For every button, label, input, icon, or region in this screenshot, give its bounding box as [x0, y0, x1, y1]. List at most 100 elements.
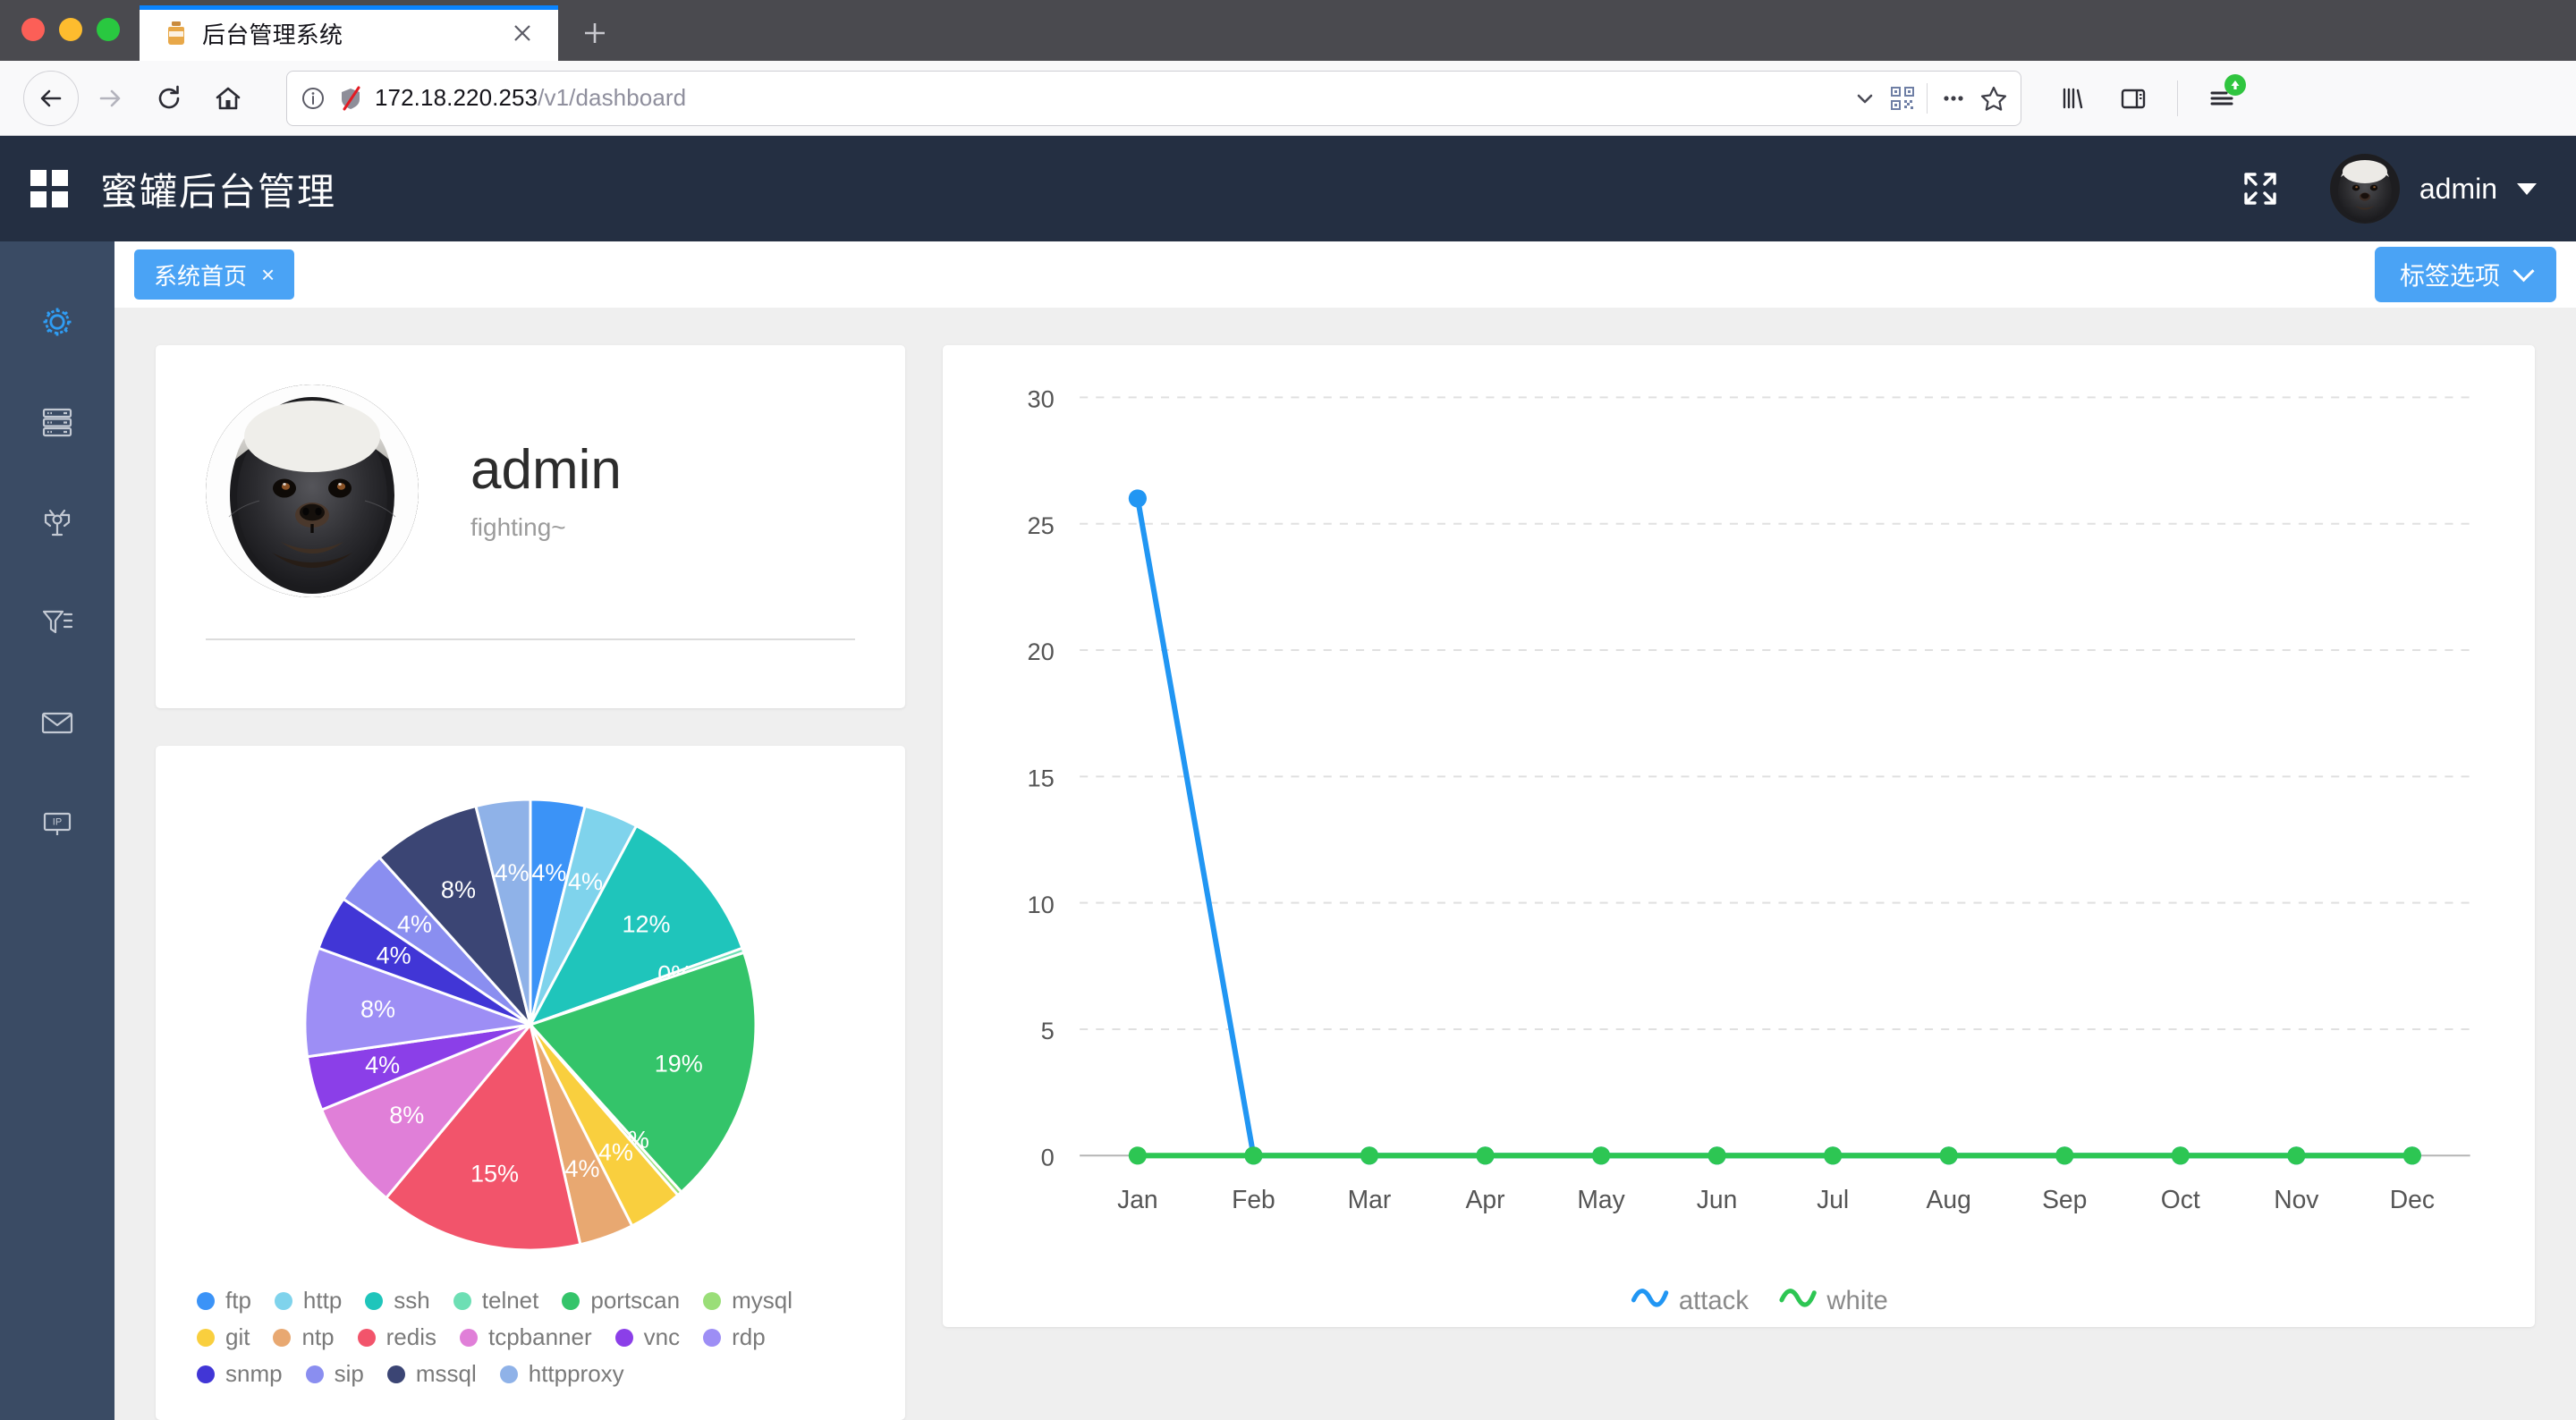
grid-icon[interactable] — [30, 170, 68, 207]
legend-item[interactable]: snmp — [197, 1360, 283, 1388]
data-point-white[interactable] — [1939, 1146, 1958, 1165]
back-icon[interactable] — [23, 70, 79, 126]
data-point-white[interactable] — [2171, 1146, 2190, 1165]
forward-icon[interactable] — [82, 71, 138, 126]
y-axis-tick-label: 25 — [1028, 511, 1055, 539]
toolbar-divider — [2177, 80, 2178, 116]
legend-color-dot — [273, 1328, 292, 1347]
sidebar: IP — [0, 241, 114, 1420]
legend-label: rdp — [732, 1323, 766, 1350]
profile-text: admin fighting~ — [470, 439, 622, 542]
pie-slice-label: 4% — [598, 1138, 633, 1165]
pie-slice-label: 4% — [495, 858, 530, 885]
legend-label: httpproxy — [528, 1360, 624, 1387]
info-icon[interactable] — [300, 85, 326, 112]
app-header: 蜜罐后台管理 admin — [0, 136, 2576, 241]
legend-item[interactable]: http — [274, 1287, 342, 1314]
ellipsis-icon[interactable] — [1938, 85, 1969, 112]
legend-color-dot — [703, 1328, 722, 1347]
pie-chart-svg: 4% 4%12%0%19%0%4%4%15%8%4%8%4%4%8%4% — [303, 797, 758, 1251]
star-icon[interactable] — [1979, 84, 2008, 113]
data-point-white[interactable] — [1360, 1146, 1379, 1165]
url-bar[interactable]: 172.18.220.253/v1/dashboard — [286, 70, 2021, 126]
close-window-button[interactable] — [21, 18, 45, 41]
legend-item[interactable]: mssql — [386, 1360, 477, 1388]
data-point-white[interactable] — [2055, 1146, 2074, 1165]
profile-avatar — [206, 385, 419, 597]
close-icon[interactable]: × — [261, 263, 275, 286]
update-arrow-badge — [2224, 73, 2246, 96]
legend-color-dot — [365, 1291, 384, 1310]
data-point-white[interactable] — [1591, 1146, 1611, 1165]
legend-item[interactable]: tcpbanner — [459, 1323, 592, 1351]
sidebar-item-settings[interactable] — [0, 272, 114, 372]
legend-color-dot — [453, 1291, 471, 1310]
page-tab-home[interactable]: 系统首页 × — [134, 249, 295, 300]
chevron-down-icon — [2512, 259, 2535, 282]
legend-item[interactable]: vnc — [614, 1323, 680, 1351]
data-point-white[interactable] — [1128, 1146, 1147, 1165]
legend-label-white[interactable]: white — [1826, 1287, 1887, 1315]
x-axis-tick-label: Mar — [1348, 1185, 1392, 1213]
caret-down-icon[interactable] — [2517, 182, 2537, 195]
legend-label: telnet — [481, 1287, 539, 1314]
qr-code-icon[interactable] — [1889, 85, 1916, 112]
legend-item[interactable]: redis — [357, 1323, 436, 1351]
legend-label: ntp — [301, 1323, 335, 1350]
legend-label: snmp — [225, 1360, 283, 1387]
data-point-white[interactable] — [1244, 1146, 1263, 1165]
data-point-white[interactable] — [1476, 1146, 1495, 1165]
legend-item[interactable]: telnet — [453, 1287, 539, 1314]
pie-legend: ftp http ssh telnet portscan mysql git ntp redis… — [186, 1280, 875, 1393]
y-axis-tick-label: 15 — [1028, 764, 1055, 791]
sidebar-icon[interactable] — [2106, 71, 2161, 126]
x-axis-tick-label: Jul — [1817, 1185, 1849, 1213]
sidebar-item-mail[interactable] — [0, 672, 114, 773]
expand-arrows-icon[interactable] — [2239, 167, 2282, 210]
user-menu[interactable]: admin — [2329, 154, 2537, 224]
minimize-window-button[interactable] — [59, 18, 82, 41]
legend-item[interactable]: rdp — [703, 1323, 766, 1351]
data-point-attack[interactable] — [1128, 489, 1147, 508]
legend-item[interactable]: mysql — [703, 1287, 792, 1314]
maximize-window-button[interactable] — [97, 18, 120, 41]
data-point-white[interactable] — [2287, 1146, 2306, 1165]
close-tab-button[interactable] — [503, 13, 542, 53]
tab-options-button[interactable]: 标签选项 — [2374, 247, 2556, 302]
chevron-down-icon[interactable] — [1852, 85, 1878, 112]
x-axis-tick-label: Apr — [1466, 1185, 1505, 1213]
shield-slashed-icon[interactable] — [337, 85, 364, 112]
data-point-white[interactable] — [1707, 1146, 1726, 1165]
pie-slice-label: 4% — [377, 942, 411, 968]
reload-icon[interactable] — [141, 71, 197, 126]
legend-item[interactable]: sip — [305, 1360, 364, 1388]
browser-tab[interactable]: 后台管理系统 — [140, 5, 558, 61]
legend-item[interactable]: git — [197, 1323, 250, 1351]
browser-tabstrip: 后台管理系统 — [0, 0, 2576, 61]
sidebar-item-servers[interactable] — [0, 372, 114, 472]
legend-item[interactable]: ssh — [365, 1287, 430, 1314]
legend-item[interactable]: ftp — [197, 1287, 251, 1314]
avatar — [2329, 154, 2400, 224]
data-point-white[interactable] — [1824, 1146, 1843, 1165]
user-name-label: admin — [2419, 172, 2497, 205]
legend-item[interactable]: httpproxy — [499, 1360, 624, 1388]
dashboard: admin fighting~ 4% 4% 12% 0% 19% 0% 4% 4% 15% 8% 4… — [114, 308, 2576, 1420]
x-axis-tick-label: May — [1577, 1185, 1625, 1213]
legend-item[interactable]: portscan — [562, 1287, 680, 1314]
hamburger-icon[interactable] — [2194, 71, 2250, 126]
legend-color-dot — [197, 1291, 215, 1310]
legend-color-dot — [499, 1365, 518, 1383]
data-point-white[interactable] — [2402, 1146, 2421, 1165]
legend-item[interactable]: ntp — [273, 1323, 335, 1351]
new-tab-button[interactable] — [567, 5, 623, 61]
legend-label-attack[interactable]: attack — [1679, 1287, 1749, 1315]
pie-slice-label: 12% — [622, 910, 670, 937]
pie-slice-label: 4% — [565, 1155, 600, 1182]
x-axis-tick-label: Sep — [2042, 1185, 2087, 1213]
sidebar-item-ip[interactable]: IP — [0, 773, 114, 873]
library-icon[interactable] — [2045, 71, 2100, 126]
sidebar-item-topology[interactable] — [0, 472, 114, 572]
sidebar-item-filter[interactable] — [0, 572, 114, 672]
home-icon[interactable] — [200, 71, 256, 126]
